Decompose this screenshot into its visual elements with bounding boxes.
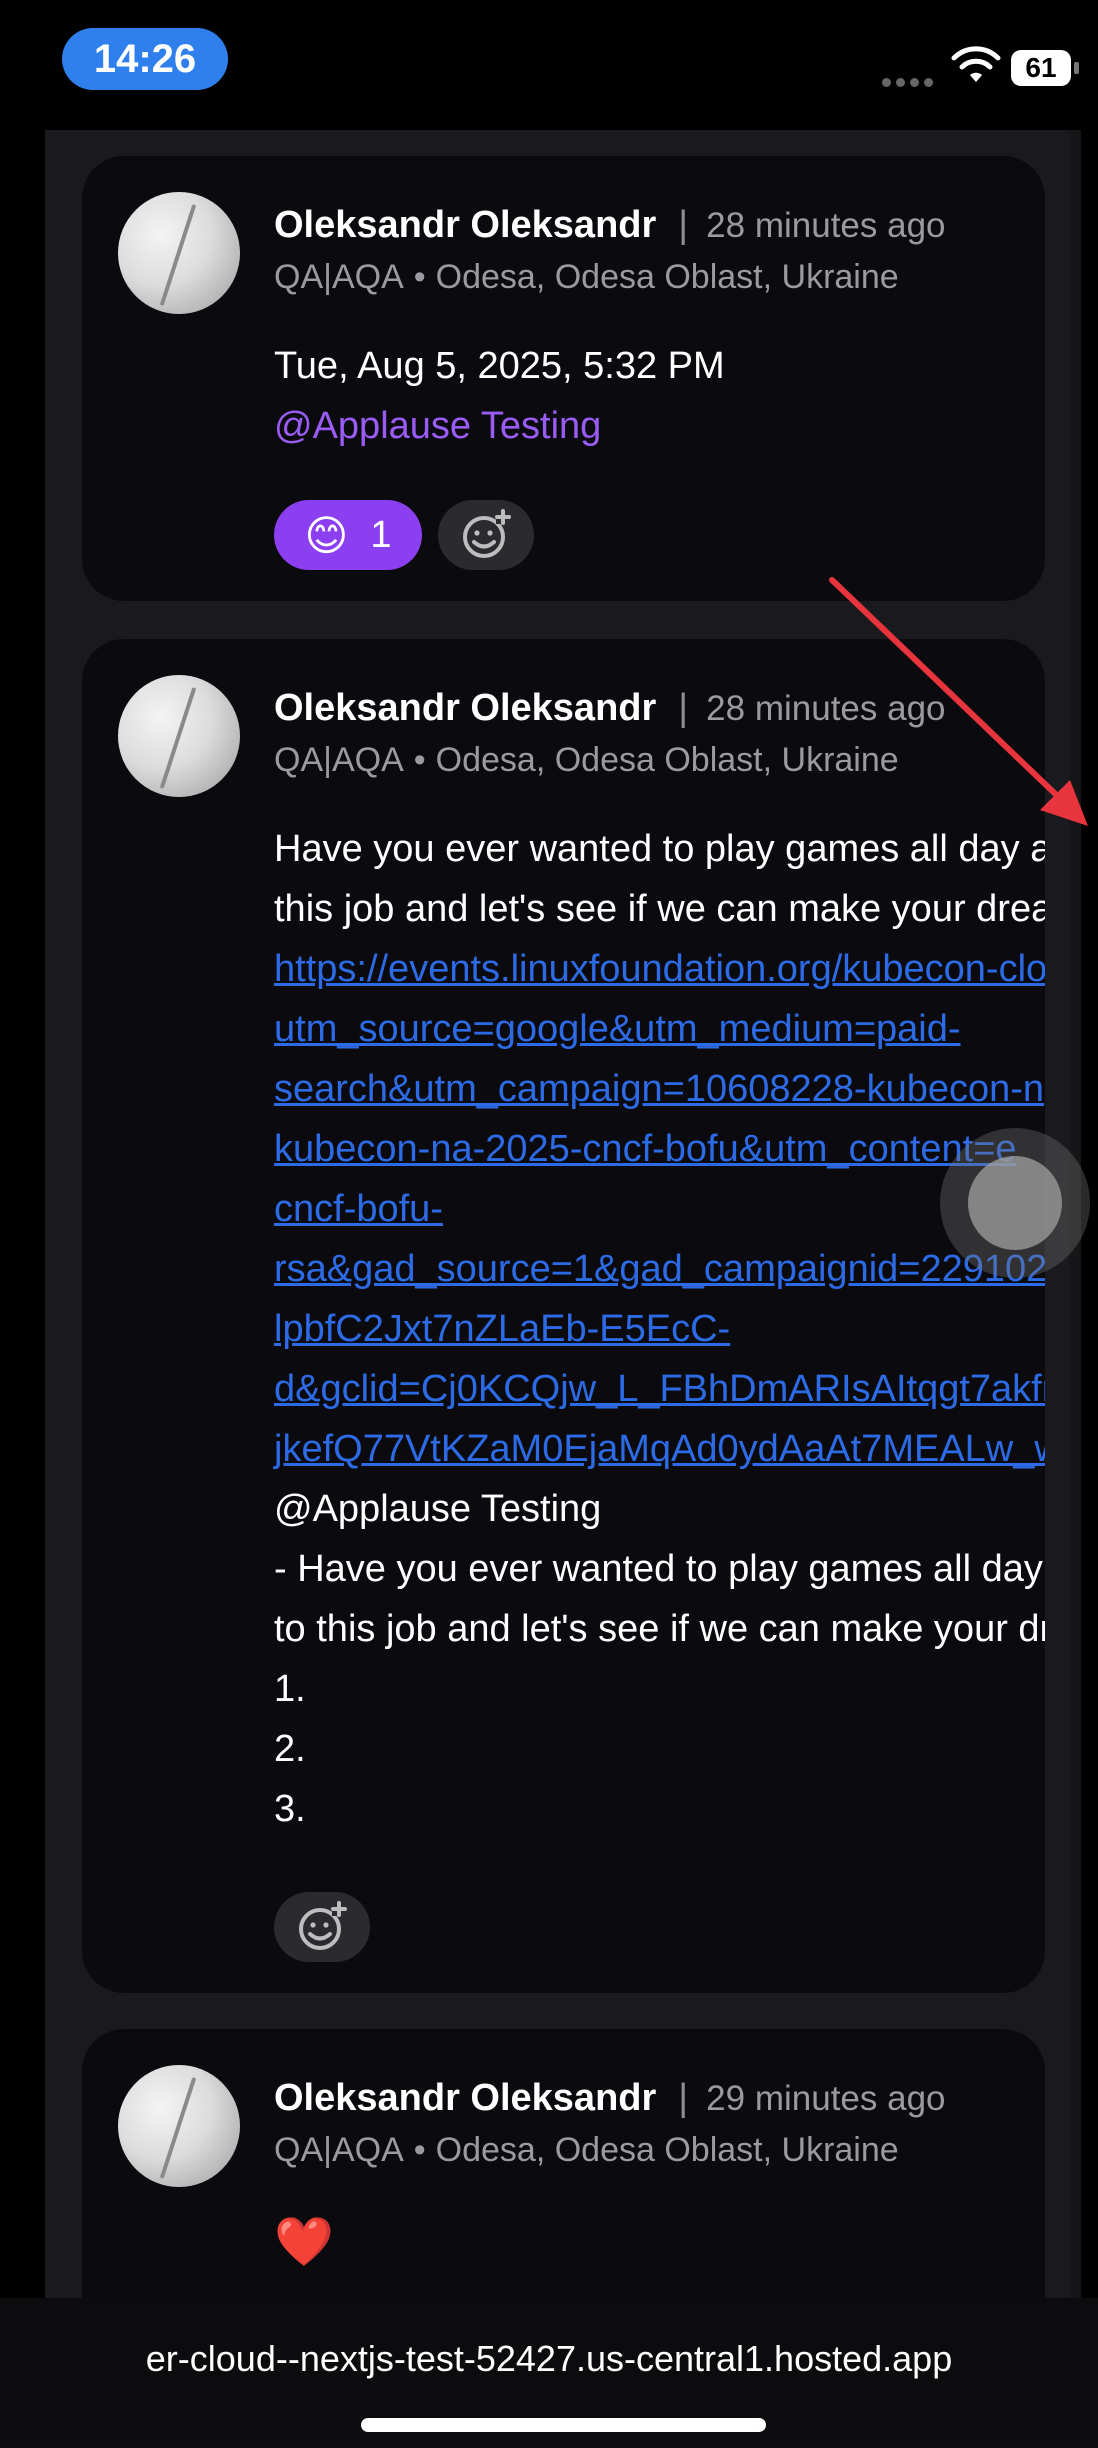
url-text[interactable]: er-cloud--nextjs-test-52427.us-central1.… bbox=[0, 2338, 1098, 2380]
post-text-line: this job and let's see if we can make yo… bbox=[274, 888, 1045, 930]
post-text-line: - Have you ever wanted to play games all… bbox=[274, 1548, 1045, 1590]
author-location: Odesa, Odesa Oblast, Ukraine bbox=[435, 741, 899, 779]
post-timestamp: 29 minutes ago bbox=[706, 2079, 946, 2118]
post-url-link[interactable]: jkefQ77VtKZaM0EjaMqAd0ydAaAt7MEALw_w bbox=[274, 1419, 1045, 1479]
author-meta: QA|AQA • Odesa, Odesa Oblast, Ukraine bbox=[274, 2131, 899, 2169]
author-meta: QA|AQA • Odesa, Odesa Oblast, Ukraine bbox=[274, 258, 899, 296]
post-text-line: to this job and let's see if we can make… bbox=[274, 1608, 1045, 1650]
author-line: Oleksandr Oleksandr | 28 minutes ago bbox=[274, 687, 946, 729]
post-body: Have you ever wanted to play games all d… bbox=[274, 819, 1045, 1839]
author-meta: QA|AQA • Odesa, Odesa Oblast, Ukraine bbox=[274, 741, 899, 779]
post-card: Oleksandr Oleksandr | 29 minutes ago QA|AQ… bbox=[82, 2029, 1045, 2298]
author-name[interactable]: Oleksandr Oleksandr bbox=[274, 2077, 656, 2119]
post-url-link[interactable]: utm_source=google&utm_medium=paid- bbox=[274, 999, 1045, 1059]
heart-emoji-icon: ❤️ bbox=[274, 2216, 334, 2269]
post-timestamp: 28 minutes ago bbox=[706, 689, 946, 728]
add-reaction-button[interactable] bbox=[274, 1892, 370, 1962]
author-role: QA|AQA bbox=[274, 258, 404, 296]
cellular-signal-icon bbox=[882, 74, 938, 92]
list-item: 3. bbox=[274, 1788, 306, 1830]
add-emoji-icon bbox=[463, 509, 511, 558]
post-url-link[interactable]: kubecon-na-2025-cncf-bofu&utm_content=e bbox=[274, 1119, 1045, 1179]
status-bar: 14:26 61 bbox=[0, 0, 1098, 130]
home-indicator[interactable] bbox=[361, 2418, 766, 2432]
battery-tip bbox=[1074, 62, 1079, 74]
post-text-line: Have you ever wanted to play games all d… bbox=[274, 828, 1045, 870]
author-name[interactable]: Oleksandr Oleksandr bbox=[274, 687, 656, 729]
mention-link[interactable]: @Applause Testing bbox=[274, 396, 1045, 456]
battery-icon: 61 bbox=[1011, 50, 1071, 86]
author-location: Odesa, Odesa Oblast, Ukraine bbox=[435, 2131, 899, 2169]
author-role: QA|AQA bbox=[274, 741, 404, 779]
post-body: Tue, Aug 5, 2025, 5:32 PM @Applause Test… bbox=[274, 336, 1045, 456]
browser-url-bar[interactable]: er-cloud--nextjs-test-52427.us-central1.… bbox=[0, 2298, 1098, 2448]
author-line: Oleksandr Oleksandr | 29 minutes ago bbox=[274, 2077, 946, 2119]
author-role: QA|AQA bbox=[274, 2131, 404, 2169]
status-time[interactable]: 14:26 bbox=[62, 28, 228, 90]
wifi-icon bbox=[951, 46, 1001, 82]
post-url-link[interactable]: rsa&gad_source=1&gad_campaignid=2291020 bbox=[274, 1239, 1045, 1299]
mention-text: @Applause Testing bbox=[274, 1488, 602, 1530]
post-text: Tue, Aug 5, 2025, 5:32 PM bbox=[274, 345, 725, 387]
list-item: 1. bbox=[274, 1668, 306, 1710]
feed-panel[interactable]: Oleksandr Oleksandr | 28 minutes ago QA|AQ… bbox=[45, 130, 1081, 2298]
post-url-link[interactable]: search&utm_campaign=10608228-kubecon-n bbox=[274, 1059, 1045, 1119]
post-card: Oleksandr Oleksandr | 28 minutes ago QA|AQ… bbox=[82, 639, 1045, 1993]
reaction-pill[interactable]: 😊 1 bbox=[274, 500, 422, 570]
reaction-count: 1 bbox=[370, 513, 392, 556]
assistive-touch-button[interactable] bbox=[940, 1128, 1090, 1278]
author-line: Oleksandr Oleksandr | 28 minutes ago bbox=[274, 204, 946, 246]
post-url-link[interactable]: https://events.linuxfoundation.org/kubec… bbox=[274, 939, 1045, 999]
add-reaction-button[interactable] bbox=[438, 500, 534, 570]
post-url-link[interactable]: d&gclid=Cj0KCQjw_L_FBhDmARIsAItqgt7akfn bbox=[274, 1359, 1045, 1419]
avatar[interactable] bbox=[118, 192, 240, 314]
avatar[interactable] bbox=[118, 675, 240, 797]
list-item: 2. bbox=[274, 1728, 306, 1770]
add-emoji-icon bbox=[299, 1901, 347, 1950]
smiley-emoji-icon: 😊 bbox=[304, 511, 349, 559]
avatar[interactable] bbox=[118, 2065, 240, 2187]
post-url-link[interactable]: cncf-bofu- bbox=[274, 1179, 1045, 1239]
post-url-link[interactable]: lpbfC2Jxt7nZLaEb-E5EcC- bbox=[274, 1299, 1045, 1359]
post-card: Oleksandr Oleksandr | 28 minutes ago QA|AQ… bbox=[82, 156, 1045, 601]
author-location: Odesa, Odesa Oblast, Ukraine bbox=[435, 258, 899, 296]
post-timestamp: 28 minutes ago bbox=[706, 206, 946, 245]
author-name[interactable]: Oleksandr Oleksandr bbox=[274, 204, 656, 246]
